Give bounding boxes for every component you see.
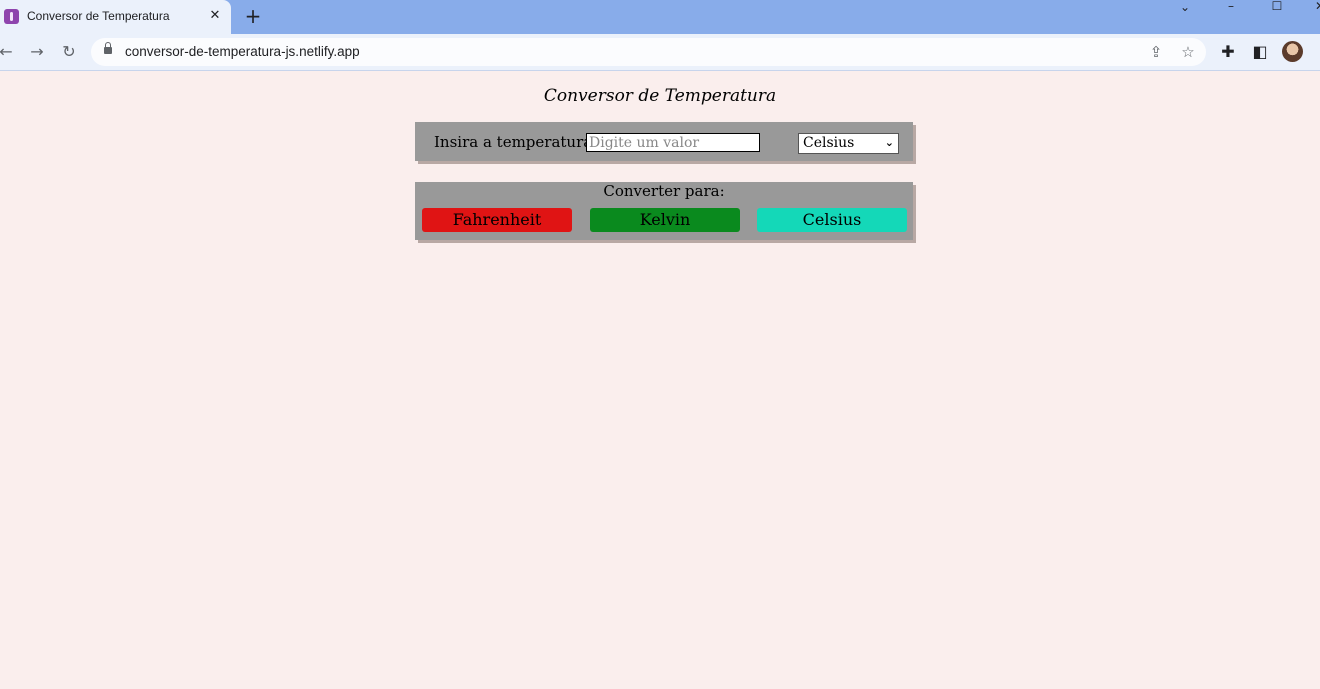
back-icon[interactable]: ← <box>0 42 16 62</box>
tab-search-icon[interactable]: ⌄ <box>1175 1 1195 15</box>
tab-strip: Conversor de Temperatura ✕ + ⌄ – ☐ ✕ <box>0 0 1320 34</box>
maximize-icon[interactable]: ☐ <box>1267 0 1287 14</box>
forward-icon[interactable]: → <box>27 42 47 62</box>
tab-title: Conversor de Temperatura <box>27 9 170 23</box>
unit-select[interactable]: Celsius ⌄ <box>798 133 899 154</box>
temperature-label: Insira a temperatura: <box>434 133 598 151</box>
share-icon[interactable]: ⇪ <box>1146 42 1166 62</box>
unit-select-value: Celsius <box>803 135 855 151</box>
new-tab-icon[interactable]: + <box>243 6 263 26</box>
bookmark-star-icon[interactable]: ☆ <box>1178 42 1198 62</box>
extensions-icon[interactable]: ✚ <box>1218 42 1238 62</box>
browser-toolbar: ← → ↻ conversor-de-temperatura-js.netlif… <box>0 34 1320 71</box>
close-tab-icon[interactable]: ✕ <box>207 8 223 24</box>
reload-icon[interactable]: ↻ <box>59 42 79 62</box>
url-text[interactable]: conversor-de-temperatura-js.netlify.app <box>125 44 360 59</box>
profile-avatar[interactable] <box>1282 41 1303 62</box>
close-window-icon[interactable]: ✕ <box>1310 0 1320 14</box>
side-panel-icon[interactable]: ◧ <box>1250 42 1270 62</box>
lock-icon[interactable] <box>104 42 112 54</box>
kelvin-button[interactable]: Kelvin <box>590 208 740 232</box>
temperature-input[interactable] <box>586 133 760 152</box>
fahrenheit-button[interactable]: Fahrenheit <box>422 208 572 232</box>
minimize-icon[interactable]: – <box>1221 0 1241 14</box>
address-bar[interactable]: conversor-de-temperatura-js.netlify.app … <box>91 38 1206 66</box>
convert-label: Converter para: <box>603 182 725 200</box>
input-panel: Insira a temperatura: Celsius ⌄ <box>415 122 913 161</box>
celsius-button[interactable]: Celsius <box>757 208 907 232</box>
chevron-down-icon: ⌄ <box>884 136 894 149</box>
thermometer-icon <box>4 9 19 24</box>
page-title: Conversor de Temperatura <box>543 86 777 106</box>
convert-panel: Converter para: Fahrenheit Kelvin Celsiu… <box>415 182 913 240</box>
browser-tab[interactable]: Conversor de Temperatura ✕ <box>0 0 231 34</box>
